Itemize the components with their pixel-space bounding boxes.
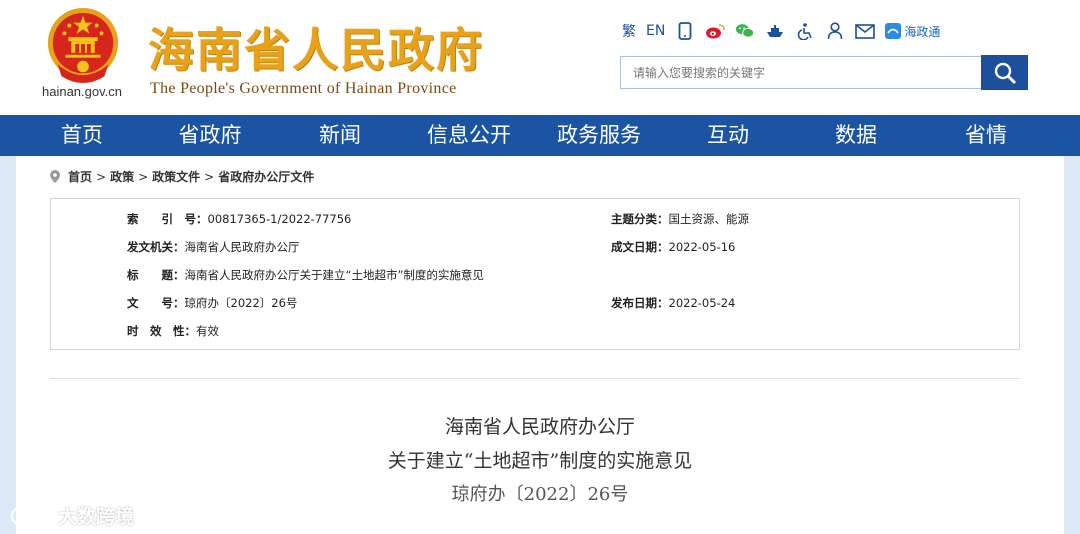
nav-item-information-disclosure[interactable]: 信息公开 xyxy=(415,115,523,156)
english-link[interactable]: EN xyxy=(646,23,665,39)
national-emblem-icon[interactable] xyxy=(44,6,122,84)
site-domain: hainan.gov.cn xyxy=(42,84,122,99)
meta-publish-date-label: 发布日期： xyxy=(611,296,669,310)
watermark-text: 大数跨境 xyxy=(58,506,135,528)
meta-title-label: 标 题： xyxy=(127,268,185,282)
weibo-icon[interactable] xyxy=(705,21,726,41)
meta-publish-date: 发布日期：2022-05-24 xyxy=(611,295,735,311)
meta-publish-date-value: 2022-05-24 xyxy=(668,296,736,310)
breadcrumb: 首页 > 政策 > 政策文件 > 省政府办公厅文件 xyxy=(50,168,314,185)
breadcrumb-policy-documents[interactable]: 政策文件 xyxy=(152,168,200,185)
breadcrumb-policy[interactable]: 政策 xyxy=(110,168,134,185)
meta-index: 索 引 号：00817365-1/2022-77756 xyxy=(127,211,351,227)
meta-written-date-value: 2022-05-16 xyxy=(668,240,736,254)
document-issuer-heading: 海南省人民政府办公厅 xyxy=(444,416,635,438)
meta-topic-label: 主题分类： xyxy=(611,212,669,226)
meta-title: 标 题：海南省人民政府办公厅关于建立“土地超市”制度的实施意见 xyxy=(127,267,484,283)
breadcrumb-home[interactable]: 首页 xyxy=(68,168,92,185)
watermark-logo-icon xyxy=(10,506,52,525)
meta-issuer-label: 发文机关： xyxy=(127,240,185,254)
search-box xyxy=(620,56,982,89)
meta-validity-value: 有效 xyxy=(196,324,219,338)
breadcrumb-separator: > xyxy=(204,169,215,184)
meta-written-date-label: 成文日期： xyxy=(611,240,669,254)
meta-index-label: 索 引 号： xyxy=(127,212,208,226)
wechat-icon[interactable] xyxy=(735,21,755,41)
traditional-chinese-link[interactable]: 繁 xyxy=(622,21,636,41)
nav-item-home[interactable]: 首页 xyxy=(42,115,122,156)
search-icon xyxy=(994,62,1016,84)
nav-item-news[interactable]: 新闻 xyxy=(300,115,380,156)
haizhengtong-label: 海政通 xyxy=(904,24,941,39)
meta-doc-number: 文 号：琼府办〔2022〕26号 xyxy=(127,295,297,311)
document-title-heading: 关于建立“土地超市”制度的实施意见 xyxy=(387,450,693,472)
site-title[interactable]: 海南省人民政府 xyxy=(148,14,484,80)
meta-doc-number-value: 琼府办〔2022〕26号 xyxy=(184,296,298,310)
haizhengtong-link[interactable]: 海政通 xyxy=(885,23,940,40)
meta-title-value: 海南省人民政府办公厅关于建立“土地超市”制度的实施意见 xyxy=(184,268,484,282)
document-metadata-box: 索 引 号：00817365-1/2022-77756 主题分类：国土资源、能源… xyxy=(50,198,1020,350)
site-subtitle: The People's Government of Hainan Provin… xyxy=(150,80,457,97)
location-pin-icon xyxy=(50,170,60,183)
accessibility-icon[interactable] xyxy=(795,21,815,41)
haizhengtong-icon xyxy=(885,23,902,39)
meta-issuer: 发文机关：海南省人民政府办公厅 xyxy=(127,239,300,255)
nav-item-provincial-government[interactable]: 省政府 xyxy=(160,115,260,156)
header-toolbar: 繁 EN 海政通 xyxy=(622,20,940,42)
search-input[interactable] xyxy=(633,65,981,80)
search-button[interactable] xyxy=(981,55,1028,90)
nav-item-data[interactable]: 数据 xyxy=(816,115,896,156)
meta-validity-label: 时 效 性： xyxy=(127,324,196,338)
meta-topic: 主题分类：国土资源、能源 xyxy=(611,211,749,227)
meta-issuer-value: 海南省人民政府办公厅 xyxy=(184,240,300,254)
content-divider xyxy=(50,378,1020,379)
main-nav: 首页 省政府 新闻 信息公开 政务服务 互动 数据 省情 xyxy=(0,115,1080,156)
nav-item-province-overview[interactable]: 省情 xyxy=(946,115,1026,156)
meta-written-date: 成文日期：2022-05-16 xyxy=(611,239,735,255)
user-icon[interactable] xyxy=(825,21,845,41)
meta-topic-value: 国土资源、能源 xyxy=(668,212,750,226)
watermark: 大数跨境 xyxy=(10,502,134,529)
breadcrumb-separator: > xyxy=(96,169,107,184)
boat-icon[interactable] xyxy=(765,21,785,41)
breadcrumb-office-documents[interactable]: 省政府办公厅文件 xyxy=(218,168,314,185)
meta-index-value: 00817365-1/2022-77756 xyxy=(207,212,352,226)
mail-icon[interactable] xyxy=(855,21,876,41)
site-header: hainan.gov.cn 海南省人民政府 The People's Gover… xyxy=(0,0,1080,115)
nav-item-government-services[interactable]: 政务服务 xyxy=(545,115,653,156)
meta-validity: 时 效 性：有效 xyxy=(127,323,219,339)
nav-item-interaction[interactable]: 互动 xyxy=(688,115,768,156)
mobile-icon[interactable] xyxy=(675,21,695,41)
breadcrumb-separator: > xyxy=(138,169,149,184)
main-content: 首页 > 政策 > 政策文件 > 省政府办公厅文件 索 引 号：00817365… xyxy=(16,156,1064,534)
meta-doc-number-label: 文 号： xyxy=(127,296,185,310)
document-number-heading: 琼府办〔2022〕26号 xyxy=(451,484,629,505)
